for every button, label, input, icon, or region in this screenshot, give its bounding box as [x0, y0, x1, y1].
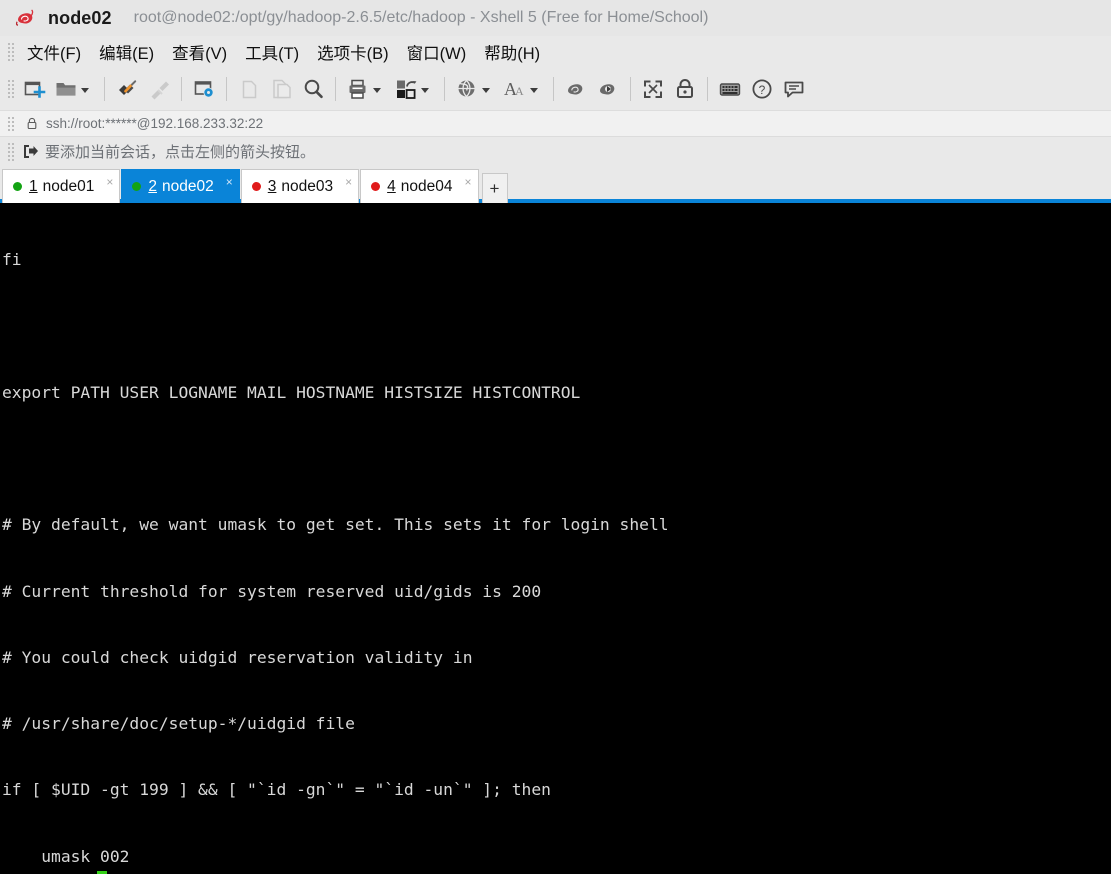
tab-number: 2 [148, 177, 157, 195]
toolbar-separator [444, 77, 445, 101]
arrange-layout-button[interactable] [390, 72, 438, 106]
add-session-arrow-icon[interactable] [22, 143, 39, 160]
tab-label: 1 node01 [29, 178, 94, 196]
tab-label: 3 node03 [268, 178, 333, 196]
new-tab-button[interactable]: + [481, 173, 508, 203]
session-properties-button[interactable] [188, 72, 220, 106]
connect-button[interactable] [111, 72, 143, 106]
address-bar[interactable]: ssh://root:******@192.168.233.32:22 [0, 110, 1111, 137]
help-button[interactable]: ? [746, 72, 778, 106]
svg-text:A: A [515, 84, 524, 98]
terminal-line: # You could check uidgid reservation val… [2, 647, 473, 667]
compose-bar-button[interactable] [714, 72, 746, 106]
tab-title: node04 [400, 177, 453, 195]
close-icon[interactable]: × [106, 176, 113, 188]
new-session-button[interactable] [18, 72, 50, 106]
toolbar-separator [553, 77, 554, 101]
chevron-down-icon[interactable] [530, 87, 538, 93]
print-button[interactable] [342, 72, 390, 106]
tab-title: node01 [42, 177, 95, 195]
tab-status-dot-icon [371, 182, 381, 191]
find-button[interactable] [297, 72, 329, 106]
tab-node01[interactable]: 1 node01 × [2, 169, 121, 203]
addressbar-grip[interactable] [6, 115, 14, 132]
tab-number: 3 [267, 177, 277, 195]
terminal-output[interactable]: fi export PATH USER LOGNAME MAIL HOSTNAM… [0, 203, 1111, 874]
svg-text:?: ? [759, 83, 766, 97]
xshell-window: node02 root@node02:/opt/gy/hadoop-2.6.5/… [0, 0, 1111, 874]
tab-bar: 1 node01 × 2 node02 × 3 node03 × 4 node04 × [0, 165, 1111, 203]
copy-button [233, 72, 265, 106]
toolbar-separator [104, 77, 105, 101]
chevron-down-icon[interactable] [482, 87, 490, 93]
toolbar-separator [630, 77, 631, 101]
toolbar-grip[interactable] [6, 78, 14, 100]
close-icon[interactable]: × [345, 176, 352, 188]
tab-node04[interactable]: 4 node04 × [360, 169, 479, 203]
feedback-button[interactable] [778, 72, 810, 106]
open-session-button[interactable] [50, 72, 98, 106]
window-app-name: node02 [48, 7, 112, 28]
chevron-down-icon[interactable] [373, 87, 381, 93]
toolbar-separator [226, 77, 227, 101]
menu-tabs[interactable]: 选项卡(B) [308, 37, 398, 67]
terminal-line: # Current threshold for system reserved … [2, 581, 542, 601]
tab-label: 4 node04 [387, 178, 452, 196]
tab-status-dot-icon [13, 182, 22, 191]
hint-bar: 要添加当前会话，点击左侧的箭头按钮。 [0, 137, 1111, 165]
menu-view[interactable]: 查看(V) [163, 37, 236, 67]
menu-tools[interactable]: 工具(T) [236, 37, 308, 67]
terminal-line: umask 002 [2, 846, 130, 866]
lock-icon [26, 117, 38, 130]
open-xftp-button[interactable] [592, 72, 624, 106]
address-input[interactable]: ssh://root:******@192.168.233.32:22 [46, 116, 263, 131]
tab-node03[interactable]: 3 node03 × [240, 169, 360, 203]
menu-help[interactable]: 帮助(H) [475, 37, 549, 67]
hintbar-grip[interactable] [6, 141, 14, 161]
terminal-line: if [ $UID -gt 199 ] && [ "`id -gn`" = "`… [2, 780, 551, 800]
menu-bar: 文件(F) 编辑(E) 查看(V) 工具(T) 选项卡(B) 窗口(W) 帮助(… [0, 36, 1111, 68]
xshell-snail-icon [14, 7, 36, 29]
tab-node02[interactable]: 2 node02 × [121, 169, 240, 203]
title-bar: node02 root@node02:/opt/gy/hadoop-2.6.5/… [0, 0, 1111, 36]
close-icon[interactable]: × [464, 176, 471, 188]
tab-title: node02 [162, 177, 214, 195]
disconnect-button [143, 72, 175, 106]
open-xshell-button[interactable] [560, 72, 592, 106]
tab-number: 4 [387, 177, 396, 195]
terminal-line: # /usr/share/doc/setup-*/uidgid file [2, 714, 355, 734]
font-button[interactable]: A A [499, 72, 547, 106]
tab-title: node03 [281, 177, 334, 195]
terminal-line: fi [2, 250, 22, 270]
toolbar: A A ? [0, 68, 1111, 110]
menu-window[interactable]: 窗口(W) [398, 37, 476, 67]
chevron-down-icon[interactable] [421, 87, 429, 93]
lock-button[interactable] [669, 72, 701, 106]
tab-label: 2 node02 [148, 178, 213, 196]
fullscreen-button[interactable] [637, 72, 669, 106]
toolbar-separator [335, 77, 336, 101]
paste-button [265, 72, 297, 106]
window-title-path: root@node02:/opt/gy/hadoop-2.6.5/etc/had… [133, 9, 709, 26]
hint-text: 要添加当前会话，点击左侧的箭头按钮。 [45, 143, 316, 161]
encoding-button[interactable] [451, 72, 499, 106]
terminal-line: # By default, we want umask to get set. … [2, 515, 669, 535]
toolbar-separator [181, 77, 182, 101]
close-icon[interactable]: × [226, 176, 233, 188]
terminal-line: export PATH USER LOGNAME MAIL HOSTNAME H… [2, 382, 581, 402]
toolbar-separator [707, 77, 708, 101]
chevron-down-icon[interactable] [81, 87, 89, 93]
menubar-grip[interactable] [6, 41, 14, 63]
tab-status-dot-icon [251, 182, 261, 191]
menu-edit[interactable]: 编辑(E) [90, 37, 163, 67]
tab-number: 1 [29, 177, 38, 195]
tab-status-dot-icon [132, 182, 142, 191]
menu-file[interactable]: 文件(F) [18, 37, 90, 67]
